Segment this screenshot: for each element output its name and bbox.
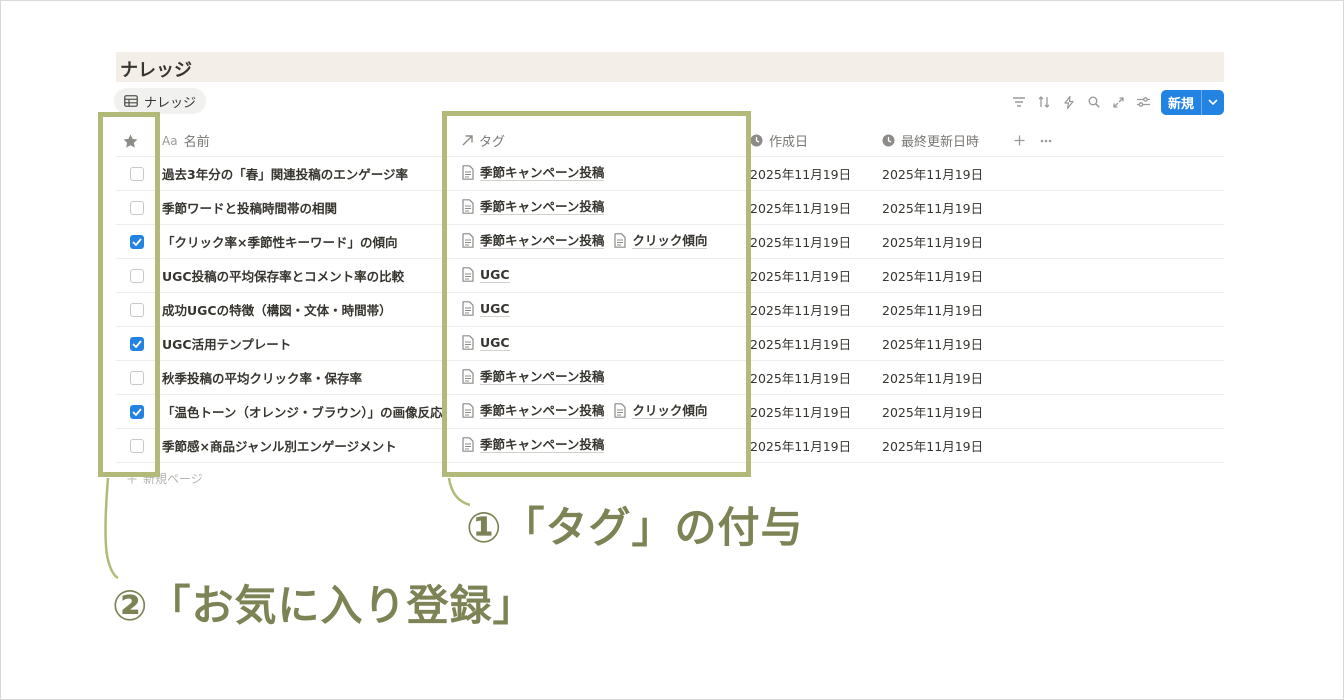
favorite-annotation-label: ②「お気に入り登録」	[112, 581, 536, 630]
tag-annotation-label: ①「タグ」の付与	[466, 503, 804, 552]
